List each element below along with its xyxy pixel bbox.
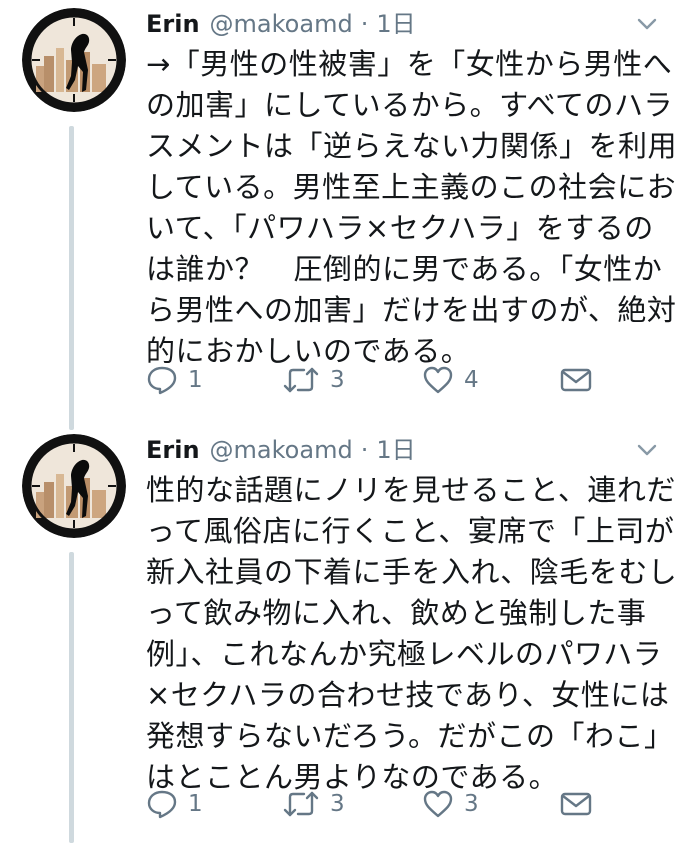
username[interactable]: @makoamd [210, 430, 353, 470]
display-name[interactable]: Erin [146, 4, 200, 44]
tweet[interactable]: Erin @makoamd · 1日 性的な話題にノリを見せること、連れだ って… [0, 430, 680, 843]
tweet-text-line: 発想すらないだろう。だがこの「わこ」 [146, 719, 674, 753]
like-button[interactable]: 4 [422, 360, 479, 400]
tweet-text: →「男性の性被害」を「女性から男性へ の加害」にしているから。すべてのハラ スメ… [146, 44, 678, 372]
retweet-icon [282, 789, 320, 819]
like-count: 3 [464, 791, 479, 817]
reply-icon [146, 365, 178, 395]
tweet-text-line: ×セクハラの合わせ技であり、女性には [146, 678, 670, 712]
tweet-text-line: 新入社員の下着に手を入れ、陰毛をむし [146, 555, 678, 589]
retweet-icon [282, 365, 320, 395]
like-button[interactable]: 3 [422, 784, 479, 824]
reply-button[interactable]: 1 [146, 360, 203, 400]
avatar[interactable] [22, 434, 126, 538]
avatar-image [22, 8, 126, 112]
tweet-text-line: って飲み物に入れ、飲めと強制した事 [146, 596, 647, 630]
retweet-count: 3 [330, 791, 345, 817]
avatar[interactable] [22, 8, 126, 112]
tweet-header: Erin @makoamd · 1日 [146, 4, 416, 44]
tweet-actions: 1 3 4 [146, 360, 606, 400]
tweet-actions: 1 3 3 [146, 784, 606, 824]
retweet-button[interactable]: 3 [282, 360, 345, 400]
username[interactable]: @makoamd [210, 4, 353, 44]
avatar-image [22, 434, 126, 538]
reply-count: 1 [188, 367, 203, 393]
timestamp[interactable]: 1日 [376, 4, 415, 44]
heart-icon [422, 789, 454, 819]
tweet[interactable]: Erin @makoamd · 1日 →「男性の性被害」を「女性から男性へ の加… [0, 4, 680, 414]
tweet-text-line: →「男性の性被害」を「女性から男性へ [146, 47, 673, 81]
tweet-header: Erin @makoamd · 1日 [146, 430, 416, 470]
dm-button[interactable] [560, 784, 592, 824]
separator: · [360, 10, 369, 38]
reply-button[interactable]: 1 [146, 784, 203, 824]
tweet-text-line: している。男性至上主義のこの社会にお [146, 170, 677, 204]
tweet-text-line: 性的な話題にノリを見せること、連れだ [146, 473, 676, 507]
reply-count: 1 [188, 791, 203, 817]
tweet-text-line: いて、「パワハラ×セクハラ」をするの [146, 211, 654, 245]
tweet-text: 性的な話題にノリを見せること、連れだ って風俗店に行くこと、宴席で「上司が 新入… [146, 470, 678, 798]
dm-button[interactable] [560, 360, 592, 400]
envelope-icon [560, 791, 592, 817]
tweet-text-line: ら男性への加害」だけを出すのが、絶対 [146, 293, 677, 327]
like-count: 4 [464, 367, 479, 393]
display-name[interactable]: Erin [146, 430, 200, 470]
timestamp[interactable]: 1日 [376, 430, 415, 470]
tweet-text-line: 例」、これなんか究極レベルのパワハラ [146, 637, 663, 671]
chevron-down-icon[interactable] [636, 16, 658, 32]
envelope-icon [560, 367, 592, 393]
retweet-button[interactable]: 3 [282, 784, 345, 824]
tweet-text-line: は誰か？ 圧倒的に男である。「女性か [146, 252, 663, 286]
retweet-count: 3 [330, 367, 345, 393]
separator: · [360, 436, 369, 464]
heart-icon [422, 365, 454, 395]
tweet-text-line: って風俗店に行くこと、宴席で「上司が [146, 514, 675, 548]
tweet-text-line: の加害」にしているから。すべてのハラ [146, 88, 673, 122]
reply-icon [146, 789, 178, 819]
tweet-text-line: スメントは「逆らえない力関係」を利用 [146, 129, 678, 163]
chevron-down-icon[interactable] [636, 442, 658, 458]
